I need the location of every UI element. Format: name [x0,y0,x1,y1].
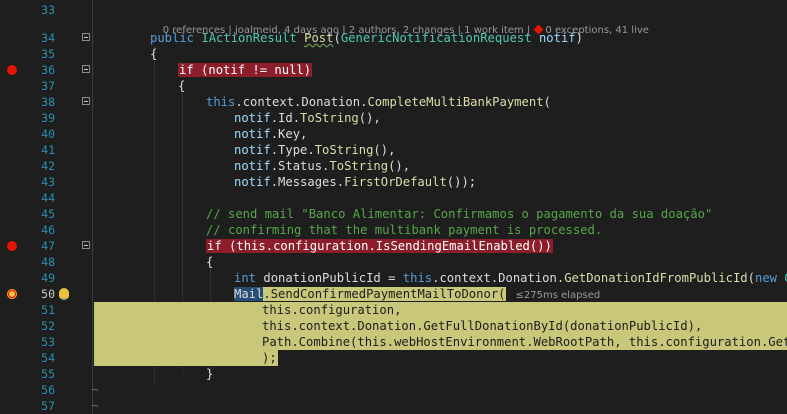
code-line: 53 Path.Combine(this.webHostEnvironment.… [0,334,787,350]
code-editor[interactable]: 0 references | joalmeid, 4 days ago | 2 … [0,0,787,414]
line-number: 52 [41,319,55,333]
line-number: 55 [41,367,55,381]
code-text[interactable]: if (notif != null) [178,62,313,78]
code-line: 37 { [0,78,787,94]
selected-word[interactable]: Mail [234,287,264,301]
code-line: 55 } [0,366,787,382]
code-text[interactable]: notif.Id.ToString(), [234,110,381,126]
code-line: 35 { [0,46,787,62]
code-line: 46 // confirming that the multibank paym… [0,222,787,238]
code-line: 48 { [0,254,787,270]
code-text[interactable]: notif.Messages.FirstOrDefault()); [234,174,476,190]
line-number: 38 [41,95,55,109]
line-number: 50 [41,287,55,301]
line-number: 34 [41,31,55,45]
breakpoint-icon[interactable] [7,241,17,251]
code-line: 38 this.context.Donation.CompleteMultiBa… [0,94,787,110]
code-line: 49 int donationPublicId = this.context.D… [0,270,787,286]
code-text[interactable]: notif.Key, [234,126,307,142]
code-line-current: 50 Mail.SendConfirmedPaymentMailToDonor(… [0,286,787,302]
code-line: 41 notif.Type.ToString(), [0,142,787,158]
line-number: 49 [41,271,55,285]
line-number: 46 [41,223,55,237]
code-line: 56 ~ [0,382,787,398]
line-number: 41 [41,143,55,157]
line-number: 54 [41,351,55,365]
line-number: 37 [41,79,55,93]
fold-toggle-icon[interactable] [82,33,90,41]
code-line: 40 notif.Key, [0,126,787,142]
change-marker-icon: ~ [92,383,99,396]
code-text[interactable]: if (this.configuration.IsSendingEmailEna… [206,238,553,254]
line-number: 51 [41,303,55,317]
breakpoint-icon[interactable] [7,65,17,75]
code-line: 47 if (this.configuration.IsSendingEmail… [0,238,787,254]
code-line: 36 if (notif != null) [0,62,787,78]
line-number: 39 [41,111,55,125]
code-text[interactable]: } [206,366,213,382]
line-number: 48 [41,255,55,269]
fold-toggle-icon[interactable] [82,241,90,249]
current-breakpoint-icon[interactable] [7,289,17,299]
line-number: 47 [41,239,55,253]
code-comment[interactable]: // send mail "Banco Alimentar: Confirmam… [206,206,712,222]
code-line: 42 notif.Status.ToString(), [0,158,787,174]
fold-toggle-icon[interactable] [82,65,90,73]
glyph-margin[interactable] [0,286,24,302]
code-line: 45 // send mail "Banco Alimentar: Confir… [0,206,787,222]
line-number: 45 [41,207,55,221]
code-text[interactable]: { [206,254,213,270]
code-line: 57 ~ [0,398,787,414]
code-text[interactable]: int donationPublicId = this.context.Dona… [234,270,787,286]
code-text[interactable]: this.context.Donation.CompleteMultiBankP… [206,94,551,110]
code-text[interactable]: this.context.Donation.GetFullDonationByI… [262,318,702,334]
code-text[interactable]: { [178,78,185,94]
code-line: 51 this.configuration, [0,302,787,318]
breakpoint-line-highlight: if (this.configuration.IsSendingEmailEna… [206,239,553,253]
glyph-margin[interactable] [0,62,24,78]
fold-toggle-icon[interactable] [82,97,90,105]
code-text[interactable]: ); [262,350,277,366]
code-text[interactable]: Path.Combine(this.webHostEnvironment.Web… [262,334,787,350]
line-number: 40 [41,127,55,141]
line-number: 43 [41,175,55,189]
line-number: 56 [41,383,55,397]
glyph-margin[interactable] [0,238,24,254]
line-number: 33 [41,3,55,17]
code-line: 33 [0,2,787,18]
line-number: 42 [41,159,55,173]
code-line: 34 public IActionResult Post(GenericNoti… [0,30,787,46]
line-number: 36 [41,63,55,77]
code-text[interactable]: this.configuration, [262,302,401,318]
code-line: 43 notif.Messages.FirstOrDefault()); [0,174,787,190]
perf-tip[interactable]: ≤275ms elapsed [516,290,601,301]
change-marker-icon: ~ [92,399,99,412]
code-text[interactable]: { [150,46,157,62]
code-line: 54 ); [0,350,787,366]
code-text[interactable]: notif.Status.ToString(), [234,158,410,174]
code-line: 39 notif.Id.ToString(), [0,110,787,126]
breakpoint-line-highlight: if (notif != null) [178,63,313,77]
line-number: 35 [41,47,55,61]
line-number: 53 [41,335,55,349]
line-number: 44 [41,191,55,205]
code-text[interactable]: notif.Type.ToString(), [234,142,395,158]
code-text[interactable]: public IActionResult Post(GenericNotific… [150,30,583,46]
code-comment[interactable]: // confirming that the multibank payment… [206,222,602,238]
lightbulb-icon[interactable] [59,288,69,300]
code-line: 44 [0,190,787,206]
code-line: 52 this.context.Donation.GetFullDonation… [0,318,787,334]
line-number: 57 [41,399,55,413]
